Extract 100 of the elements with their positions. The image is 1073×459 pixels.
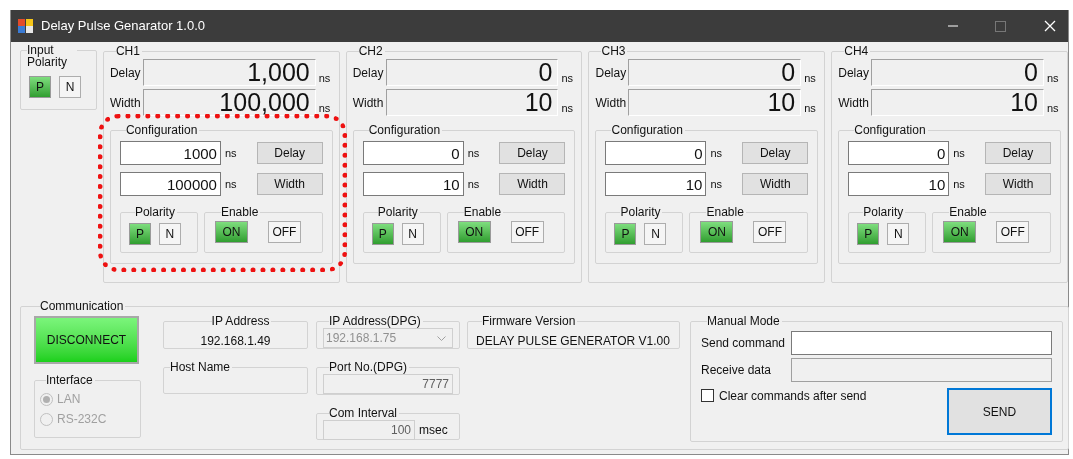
group-label: Enable bbox=[706, 206, 745, 219]
group-label: Polarity bbox=[377, 206, 419, 219]
disconnect-button[interactable]: DISCONNECT bbox=[34, 316, 139, 364]
field-label: Delay bbox=[595, 64, 628, 82]
group-label: Configuration bbox=[368, 124, 442, 137]
readout-display: 10 bbox=[385, 89, 559, 116]
group-label: Com Interval bbox=[329, 407, 399, 420]
app-icon bbox=[18, 19, 33, 33]
set-button[interactable]: Width bbox=[499, 173, 566, 195]
receive-field[interactable] bbox=[791, 358, 1052, 382]
toggle-button[interactable]: N bbox=[59, 76, 81, 98]
send-button[interactable]: SEND bbox=[947, 388, 1052, 435]
set-button[interactable]: Delay bbox=[499, 142, 566, 164]
toggle-button[interactable]: ON bbox=[943, 221, 977, 243]
group-label: CH4 bbox=[844, 45, 870, 58]
toggle-button[interactable]: P bbox=[614, 223, 637, 245]
toggle-button[interactable]: N bbox=[401, 223, 424, 245]
field-label: Receive data bbox=[701, 362, 773, 379]
toggle-button[interactable]: OFF bbox=[510, 221, 544, 243]
unit-label: ns bbox=[710, 145, 723, 161]
set-button[interactable]: Delay bbox=[256, 142, 323, 164]
unit-label: ns bbox=[317, 70, 332, 86]
unit-label: ns bbox=[560, 100, 575, 116]
port-field[interactable]: 7777 bbox=[323, 374, 453, 394]
maximize-icon[interactable] bbox=[995, 20, 1006, 32]
readout-display: 100,000 bbox=[142, 89, 316, 116]
radio-label: RS-232C bbox=[57, 411, 107, 428]
toggle-button[interactable]: P bbox=[128, 223, 151, 245]
command-input[interactable] bbox=[791, 331, 1052, 355]
group-label: Communication bbox=[40, 300, 125, 313]
unit-label: ns bbox=[953, 145, 965, 161]
readout-display: 10 bbox=[871, 89, 1044, 116]
value-input[interactable]: 0 bbox=[848, 141, 950, 165]
unit-label: ns bbox=[710, 176, 723, 192]
group-label: Firmware Version bbox=[482, 315, 577, 328]
group-label: Enable bbox=[220, 206, 260, 219]
caret-icon bbox=[437, 335, 446, 341]
group-label: CH1 bbox=[115, 45, 141, 58]
radio-label: LAN bbox=[57, 391, 81, 408]
field-label: Width bbox=[595, 94, 628, 112]
interval-field[interactable]: 100 bbox=[323, 420, 415, 440]
group-label: IP Address(DPG) bbox=[329, 315, 422, 328]
field-label: Width bbox=[838, 94, 870, 112]
readout-display: 10 bbox=[628, 89, 802, 116]
set-button[interactable]: Width bbox=[985, 173, 1051, 195]
toggle-button[interactable]: P bbox=[29, 76, 51, 98]
toggle-button[interactable]: ON bbox=[700, 221, 734, 243]
readout-display: 0 bbox=[385, 59, 559, 86]
checkbox-label: Clear commands after send bbox=[719, 388, 867, 405]
toggle-button[interactable]: OFF bbox=[753, 221, 787, 243]
toggle-button[interactable]: P bbox=[857, 223, 880, 245]
value-input[interactable]: 10 bbox=[605, 172, 707, 196]
field-label: Delay bbox=[352, 64, 385, 82]
toggle-button[interactable]: N bbox=[644, 223, 667, 245]
group-label: Enable bbox=[949, 206, 988, 219]
group-label: CH3 bbox=[601, 45, 627, 58]
group-label: Configuration bbox=[611, 124, 684, 137]
readout-display: 0 bbox=[871, 59, 1044, 86]
toggle-button[interactable]: OFF bbox=[996, 221, 1030, 243]
group-label: Enable bbox=[463, 206, 503, 219]
group-label: Configuration bbox=[125, 124, 199, 137]
toggle-button[interactable]: N bbox=[158, 223, 181, 245]
unit-label: ns bbox=[467, 145, 480, 161]
group-label: Configuration bbox=[854, 124, 927, 137]
toggle-button[interactable]: N bbox=[887, 223, 910, 245]
unit-label: ns bbox=[803, 100, 817, 116]
close-icon[interactable] bbox=[1044, 20, 1056, 32]
value-input[interactable]: 0 bbox=[362, 141, 464, 165]
field-label: Send command bbox=[701, 335, 787, 352]
set-button[interactable]: Width bbox=[742, 173, 809, 195]
unit-label: ns bbox=[224, 176, 237, 192]
field-label: Width bbox=[352, 94, 385, 112]
set-button[interactable]: Delay bbox=[742, 142, 809, 164]
unit-label: ns bbox=[1046, 100, 1060, 116]
set-button[interactable]: Width bbox=[256, 173, 323, 195]
toggle-button[interactable]: OFF bbox=[267, 221, 301, 243]
toggle-button[interactable]: P bbox=[371, 223, 394, 245]
value-input[interactable]: 1000 bbox=[119, 141, 221, 165]
toggle-button[interactable]: ON bbox=[214, 221, 248, 243]
unit-label: ns bbox=[803, 70, 817, 86]
field-label: Delay bbox=[109, 64, 142, 82]
field-label: Width bbox=[109, 94, 142, 112]
combobox-value: 192.168.1.75 bbox=[326, 330, 397, 347]
unit-label: ns bbox=[224, 145, 237, 161]
value-input[interactable]: 10 bbox=[362, 172, 464, 196]
unit-label: ns bbox=[560, 70, 575, 86]
group-label: Host Name bbox=[170, 361, 232, 374]
set-button[interactable]: Delay bbox=[985, 142, 1051, 164]
firmware-value: DELAY PULSE GENERATOR V1.00 bbox=[476, 334, 670, 348]
value-input[interactable]: 0 bbox=[605, 141, 707, 165]
readout-display: 1,000 bbox=[142, 59, 316, 86]
unit-label: ns bbox=[1046, 70, 1060, 86]
value-input[interactable]: 10 bbox=[848, 172, 950, 196]
value-input[interactable]: 100000 bbox=[119, 172, 221, 196]
ip-address-value: 192.168.1.49 bbox=[200, 334, 271, 348]
toggle-button[interactable]: ON bbox=[457, 221, 491, 243]
checkbox[interactable] bbox=[701, 389, 714, 402]
group-label: Polarity bbox=[863, 206, 905, 219]
group-label: Polarity bbox=[134, 206, 176, 219]
readout-display: 0 bbox=[628, 59, 802, 86]
